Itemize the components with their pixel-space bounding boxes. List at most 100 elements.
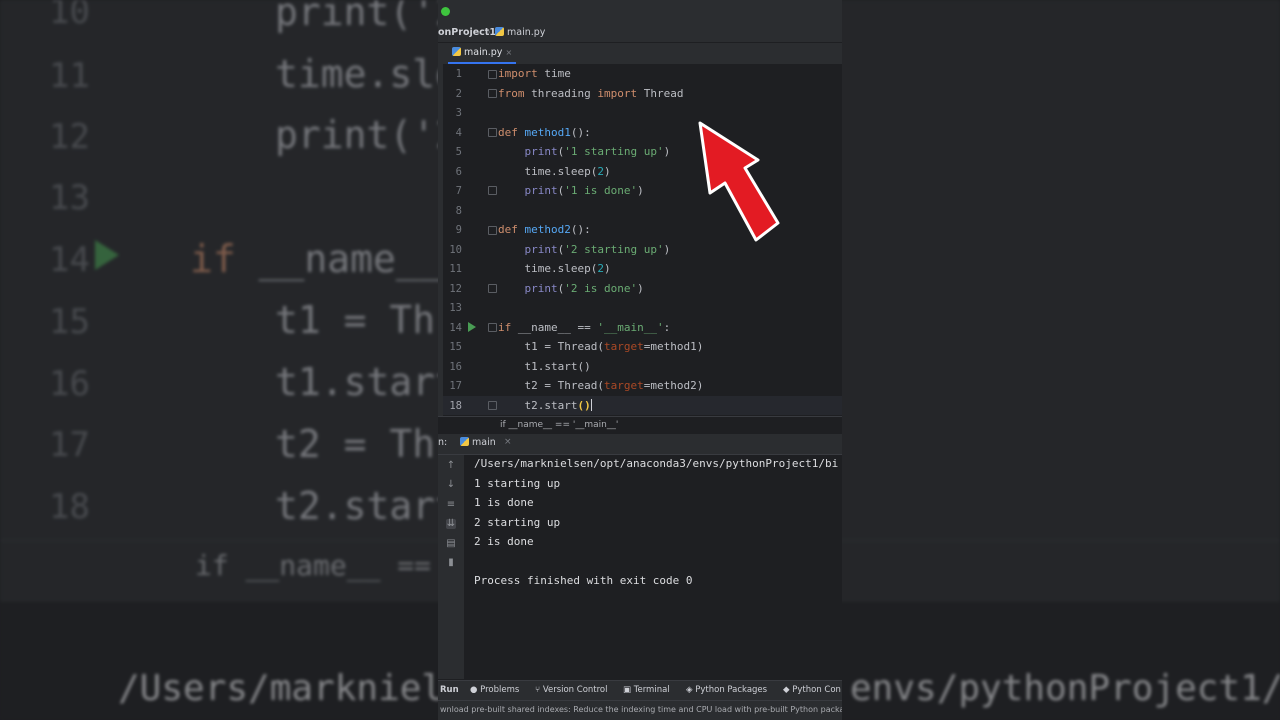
fold-marker-icon[interactable] [488, 70, 497, 79]
bg-line-number: 13 [49, 178, 90, 218]
fold-marker-icon[interactable] [488, 186, 497, 195]
line-number: 10 [449, 244, 462, 256]
bg-code-line: t2 = Thr [275, 422, 459, 466]
code-line[interactable]: t2 = Thread(target=method2) [498, 379, 703, 392]
code-line[interactable]: from threading import Thread [498, 87, 683, 100]
run-gutter-icon[interactable] [468, 322, 476, 332]
tab-main-py[interactable]: main.py × [448, 43, 517, 64]
scroll-to-end-icon[interactable]: ⇊ [446, 519, 456, 529]
fold-marker-icon[interactable] [488, 226, 497, 235]
console-line: Process finished with exit code 0 [474, 574, 693, 587]
console-line: /Users/marknielsen/opt/anaconda3/envs/py… [474, 457, 839, 470]
line-number: 13 [449, 302, 462, 314]
terminal-icon: ▣ [623, 685, 632, 695]
arrow-up-icon[interactable]: ↑ [446, 461, 456, 471]
code-line[interactable]: import time [498, 67, 571, 80]
line-number: 9 [455, 224, 462, 236]
editor-tab-bar: main.py × [438, 43, 842, 65]
fold-marker-icon[interactable] [488, 284, 497, 293]
tool-problems[interactable]: ● Problems [470, 685, 519, 695]
line-number: 15 [449, 341, 462, 353]
code-line[interactable]: print('2 is done') [498, 282, 644, 295]
tool-run[interactable]: Run [440, 685, 459, 695]
bg-code-line: t2.start [275, 484, 459, 528]
line-number: 5 [455, 146, 462, 158]
bg-line-number: 18 [49, 487, 90, 527]
trash-icon[interactable]: ▮ [446, 558, 456, 568]
branch-icon: ⑂ [535, 685, 541, 695]
code-line[interactable]: if __name__ == '__main__': [498, 321, 670, 334]
tab-close-icon[interactable]: × [505, 48, 512, 57]
line-number: 1 [455, 68, 462, 80]
run-panel-header: n: main × [438, 434, 842, 455]
text-caret [590, 399, 592, 411]
line-number: 4 [455, 127, 462, 139]
code-line[interactable]: time.sleep(2) [498, 165, 610, 178]
code-breadcrumb[interactable]: if __name__ == '__main__' [438, 416, 842, 435]
line-number: 12 [449, 283, 462, 295]
console-line: 1 is done [474, 496, 534, 509]
bg-line-number: 15 [49, 302, 90, 342]
python-file-icon [495, 27, 504, 36]
run-console[interactable]: /Users/marknielsen/opt/anaconda3/envs/py… [464, 455, 842, 679]
code-line[interactable]: def method2(): [498, 223, 591, 236]
problems-icon: ● [470, 685, 478, 695]
arrow-down-icon[interactable]: ↓ [446, 480, 456, 490]
print-icon[interactable]: ▤ [446, 539, 456, 549]
fold-marker-icon[interactable] [488, 323, 497, 332]
code-line[interactable]: print('1 starting up') [498, 145, 671, 158]
tool-version-control[interactable]: ⑂ Version Control [535, 685, 608, 695]
tab-run-main[interactable]: main [460, 437, 496, 448]
code-line[interactable]: time.sleep(2) [498, 262, 610, 275]
fold-marker-icon[interactable] [488, 128, 497, 137]
red-arrow-annotation-icon [698, 121, 780, 242]
left-tool-strip [438, 64, 443, 434]
fold-marker-icon[interactable] [488, 89, 497, 98]
python-file-icon [460, 437, 469, 446]
tool-window-bar: Run ● Problems ⑂ Version Control ▣ Termi… [438, 680, 842, 701]
close-icon[interactable]: × [504, 437, 512, 447]
line-number: 11 [449, 263, 462, 275]
console-line: 1 starting up [474, 477, 561, 490]
bg-line-number: 14 [49, 240, 90, 280]
bg-code-line: time.sle [275, 52, 459, 96]
status-bar: wnload pre-built shared indexes: Reduce … [438, 700, 842, 720]
bg-code-line: print('2 [275, 113, 459, 157]
bg-line-number: 10 [49, 0, 90, 32]
bg-code-line: t1.start [275, 360, 459, 404]
bg-code-line: print('2 [275, 0, 459, 34]
code-line[interactable]: t2.start() [498, 399, 592, 412]
crumb-separator-icon: › [487, 27, 491, 38]
bg-line-number: 17 [49, 425, 90, 465]
bg-code-line: if __name__ [190, 237, 442, 281]
python-console-icon: ◆ [783, 685, 790, 695]
code-line[interactable]: print('1 is done') [498, 184, 644, 197]
tool-python-packages[interactable]: ◈ Python Packages [686, 685, 767, 695]
ide-window: onProject1 › main.py main.py × 1 2 3 4 5… [438, 0, 842, 720]
bg-code-line: t1 = Thr [275, 298, 459, 342]
line-number: 14 [449, 322, 462, 334]
python-file-icon [452, 47, 461, 56]
status-message[interactable]: wnload pre-built shared indexes: Reduce … [440, 705, 842, 714]
console-line: 2 starting up [474, 516, 561, 529]
soft-wrap-icon[interactable]: ≡ [446, 500, 456, 510]
window-green-dot-icon[interactable] [441, 7, 450, 16]
file-crumb[interactable]: main.py [495, 27, 545, 38]
line-number: 16 [449, 361, 462, 373]
title-bar [438, 0, 842, 22]
bg-line-number: 16 [49, 364, 90, 404]
line-number: 17 [449, 380, 462, 392]
code-line[interactable]: print('2 starting up') [498, 243, 671, 256]
bg-line-number: 11 [49, 56, 90, 96]
tool-python-console[interactable]: ◆ Python Con [783, 685, 841, 695]
line-number: 18 [449, 400, 462, 412]
code-line[interactable]: t1.start() [498, 360, 590, 373]
code-line[interactable]: def method1(): [498, 126, 591, 139]
bg-run-arrow-icon [95, 240, 119, 270]
console-line: 2 is done [474, 535, 534, 548]
code-line[interactable]: t1 = Thread(target=method1) [498, 340, 703, 353]
run-toolbar: ↑ ↓ ≡ ⇊ ▤ ▮ [438, 455, 464, 679]
line-number: 3 [455, 107, 462, 119]
tool-terminal[interactable]: ▣ Terminal [623, 685, 670, 695]
fold-marker-icon[interactable] [488, 401, 497, 410]
